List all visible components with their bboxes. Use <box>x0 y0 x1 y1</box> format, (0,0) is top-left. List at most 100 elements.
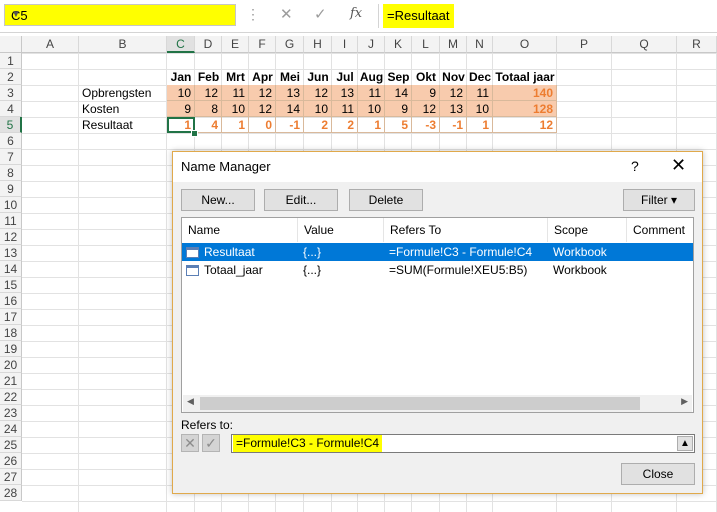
column-header[interactable]: I <box>332 36 358 53</box>
data-cell[interactable]: -3 <box>412 117 440 133</box>
scrollbar-thumb[interactable] <box>200 397 640 410</box>
close-button[interactable]: Close <box>621 463 695 485</box>
month-header[interactable]: Dec <box>467 69 493 85</box>
delete-button[interactable]: Delete <box>349 189 423 211</box>
insert-function-icon[interactable]: fx <box>350 6 362 21</box>
row-label[interactable]: Opbrengsten <box>79 85 167 101</box>
data-cell[interactable]: 11 <box>332 101 358 117</box>
row-header[interactable]: 12 <box>0 229 22 245</box>
column-header[interactable]: B <box>79 36 167 53</box>
data-cell[interactable]: 9 <box>167 101 195 117</box>
row-header[interactable]: 1 <box>0 53 22 69</box>
row-header[interactable]: 23 <box>0 405 22 421</box>
row-header[interactable]: 15 <box>0 277 22 293</box>
row-header[interactable]: 11 <box>0 213 22 229</box>
data-cell[interactable]: 2 <box>304 117 332 133</box>
data-cell[interactable]: 9 <box>412 85 440 101</box>
select-all-corner[interactable] <box>0 36 22 53</box>
row-label[interactable]: Kosten <box>79 101 167 117</box>
column-header[interactable]: E <box>222 36 249 53</box>
collapse-dialog-icon[interactable]: ▲ <box>677 436 693 451</box>
column-header[interactable]: L <box>412 36 440 53</box>
data-cell[interactable]: 10 <box>222 101 249 117</box>
row-header[interactable]: 3 <box>0 85 22 101</box>
row-header[interactable]: 4 <box>0 101 22 117</box>
column-header-comment[interactable]: Comment <box>627 218 693 242</box>
row-header[interactable]: 7 <box>0 149 22 165</box>
row-header[interactable]: 13 <box>0 245 22 261</box>
scroll-right-icon[interactable]: ▶ <box>681 396 688 407</box>
data-cell[interactable]: 11 <box>222 85 249 101</box>
month-header[interactable]: Mei <box>276 69 304 85</box>
name-row[interactable]: Totaal_jaar {...} =SUM(Formule!XEU5:B5) … <box>182 261 693 279</box>
data-cell[interactable]: 8 <box>195 101 222 117</box>
row-header[interactable]: 2 <box>0 69 22 85</box>
scroll-left-icon[interactable]: ◀ <box>187 396 194 407</box>
data-cell[interactable]: 12 <box>440 85 467 101</box>
month-header[interactable]: Nov <box>440 69 467 85</box>
data-cell[interactable]: 0 <box>249 117 276 133</box>
cancel-edit-icon[interactable]: ✕ <box>181 434 199 452</box>
data-cell[interactable]: 12 <box>249 101 276 117</box>
row-header[interactable]: 20 <box>0 357 22 373</box>
column-header-value[interactable]: Value <box>298 218 384 242</box>
column-header[interactable]: G <box>276 36 304 53</box>
chevron-down-icon[interactable]: ▼ <box>11 9 231 20</box>
data-cell[interactable]: 1 <box>467 117 493 133</box>
column-header[interactable]: O <box>493 36 557 53</box>
data-cell[interactable]: -1 <box>440 117 467 133</box>
row-header[interactable]: 6 <box>0 133 22 149</box>
column-header[interactable]: N <box>467 36 493 53</box>
row-header[interactable]: 27 <box>0 469 22 485</box>
month-header[interactable]: Jul <box>332 69 358 85</box>
column-header[interactable]: P <box>557 36 612 53</box>
column-header-refers-to[interactable]: Refers To <box>384 218 548 242</box>
row-header[interactable]: 25 <box>0 437 22 453</box>
row-header[interactable]: 5 <box>0 117 22 133</box>
row-header[interactable]: 19 <box>0 341 22 357</box>
new-button[interactable]: New... <box>181 189 255 211</box>
row-header[interactable]: 22 <box>0 389 22 405</box>
data-cell[interactable]: -1 <box>276 117 304 133</box>
enter-icon[interactable]: ✓ <box>314 5 327 23</box>
row-header[interactable]: 9 <box>0 181 22 197</box>
data-cell[interactable]: 14 <box>276 101 304 117</box>
row-header[interactable]: 8 <box>0 165 22 181</box>
month-header[interactable]: Feb <box>195 69 222 85</box>
total-header[interactable]: Totaal jaar <box>493 69 557 85</box>
name-box[interactable]: C5 ▼ <box>4 4 236 26</box>
column-header[interactable]: F <box>249 36 276 53</box>
month-header[interactable]: Okt <box>412 69 440 85</box>
total-cell[interactable]: 140 <box>493 85 557 101</box>
total-cell[interactable]: 12 <box>493 117 557 133</box>
row-header[interactable]: 17 <box>0 309 22 325</box>
horizontal-scrollbar[interactable]: ◀ ▶ <box>183 395 692 412</box>
confirm-edit-icon[interactable]: ✓ <box>202 434 220 452</box>
data-cell[interactable]: 9 <box>385 101 412 117</box>
row-label[interactable]: Resultaat <box>79 117 167 133</box>
edit-button[interactable]: Edit... <box>264 189 338 211</box>
data-cell[interactable]: 12 <box>249 85 276 101</box>
help-button[interactable]: ? <box>631 158 639 174</box>
month-header[interactable]: Sep <box>385 69 412 85</box>
filter-button[interactable]: Filter ▾ <box>623 189 695 211</box>
column-header-scope[interactable]: Scope <box>548 218 627 242</box>
row-header[interactable]: 16 <box>0 293 22 309</box>
column-header[interactable]: A <box>22 36 79 53</box>
data-cell[interactable]: 1 <box>222 117 249 133</box>
month-header[interactable]: Apr <box>249 69 276 85</box>
data-cell[interactable]: 2 <box>332 117 358 133</box>
data-cell[interactable]: 11 <box>358 85 385 101</box>
data-cell[interactable]: 10 <box>467 101 493 117</box>
column-header[interactable]: H <box>304 36 332 53</box>
month-header[interactable]: Jan <box>167 69 195 85</box>
row-header[interactable]: 24 <box>0 421 22 437</box>
cancel-icon[interactable]: ✕ <box>280 5 293 23</box>
data-cell[interactable]: 10 <box>167 85 195 101</box>
column-header[interactable]: Q <box>612 36 677 53</box>
data-cell[interactable]: 11 <box>467 85 493 101</box>
data-cell[interactable]: 13 <box>332 85 358 101</box>
names-list[interactable]: Name Value Refers To Scope Comment Resul… <box>181 217 694 413</box>
data-cell[interactable]: 10 <box>304 101 332 117</box>
data-cell[interactable]: 12 <box>195 85 222 101</box>
